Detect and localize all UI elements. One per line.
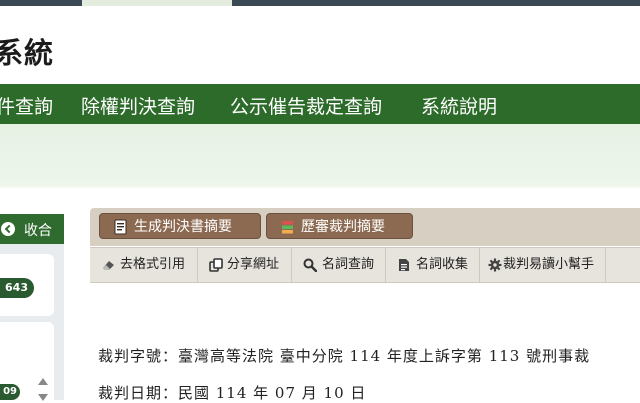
case-number-line: 裁判字號：臺灣高等法院 臺中分院 114 年度上訴字第 113 號刑事裁 [98, 347, 591, 365]
generate-summary-button[interactable]: 生成判決書摘要 [99, 213, 261, 239]
term-query-label: 名詞查詢 [322, 257, 375, 272]
document-list-icon [399, 259, 409, 271]
generate-summary-label: 生成判決書摘要 [134, 219, 232, 235]
divider [0, 186, 640, 188]
nav-item-exclusion-judgment-query[interactable]: 除權判決查詢 [81, 92, 195, 119]
search-icon [303, 258, 317, 272]
share-url-button[interactable]: 分享網址 [198, 248, 292, 282]
count-badge: 643 [0, 278, 34, 298]
collapse-button[interactable]: 收合 [0, 214, 64, 244]
eraser-icon [103, 261, 114, 270]
hero-banner [0, 124, 640, 188]
remove-format-button[interactable]: 去格式引用 [90, 248, 198, 282]
gear-icon [488, 258, 502, 272]
nav-item-system-help[interactable]: 系統說明 [421, 92, 497, 119]
history-summary-button[interactable]: 歷審裁判摘要 [266, 213, 413, 239]
term-collect-button[interactable]: 名詞收集 [386, 248, 480, 282]
site-title: 系統 [0, 36, 55, 70]
share-link-icon [209, 258, 223, 272]
books-icon [282, 221, 293, 234]
term-collect-label: 名詞收集 [416, 257, 469, 272]
sidebar-header: 收合 [0, 214, 64, 244]
chevron-left-circle-icon [1, 222, 15, 236]
scroll-up-arrow-icon[interactable] [38, 378, 48, 385]
tools-toolbar: 去格式引用 分享網址 名詞查詢 名詞收集 裁判易讀小幫手 [90, 247, 640, 283]
history-summary-label: 歷審裁判摘要 [301, 219, 385, 235]
remove-format-label: 去格式引用 [120, 257, 186, 272]
term-query-button[interactable]: 名詞查詢 [292, 248, 386, 282]
reading-helper-button[interactable]: 裁判易讀小幫手 [480, 248, 606, 282]
document-icon [114, 219, 127, 235]
main-nav: 件查詢 除權判決查詢 公示催告裁定查詢 系統說明 [0, 84, 640, 124]
summary-toolbar: 生成判決書摘要 歷審裁判摘要 [90, 208, 640, 246]
nav-item-public-notice-query[interactable]: 公示催告裁定查詢 [230, 92, 382, 119]
reading-helper-label: 裁判易讀小幫手 [503, 257, 595, 272]
nav-item-case-query[interactable]: 件查詢 [0, 92, 53, 119]
sidebar: 收合 643 09 [0, 214, 64, 402]
site-header: 系統 [0, 6, 640, 84]
collapse-label: 收合 [24, 223, 52, 239]
share-url-label: 分享網址 [227, 257, 280, 272]
count-badge: 09 [0, 384, 20, 400]
